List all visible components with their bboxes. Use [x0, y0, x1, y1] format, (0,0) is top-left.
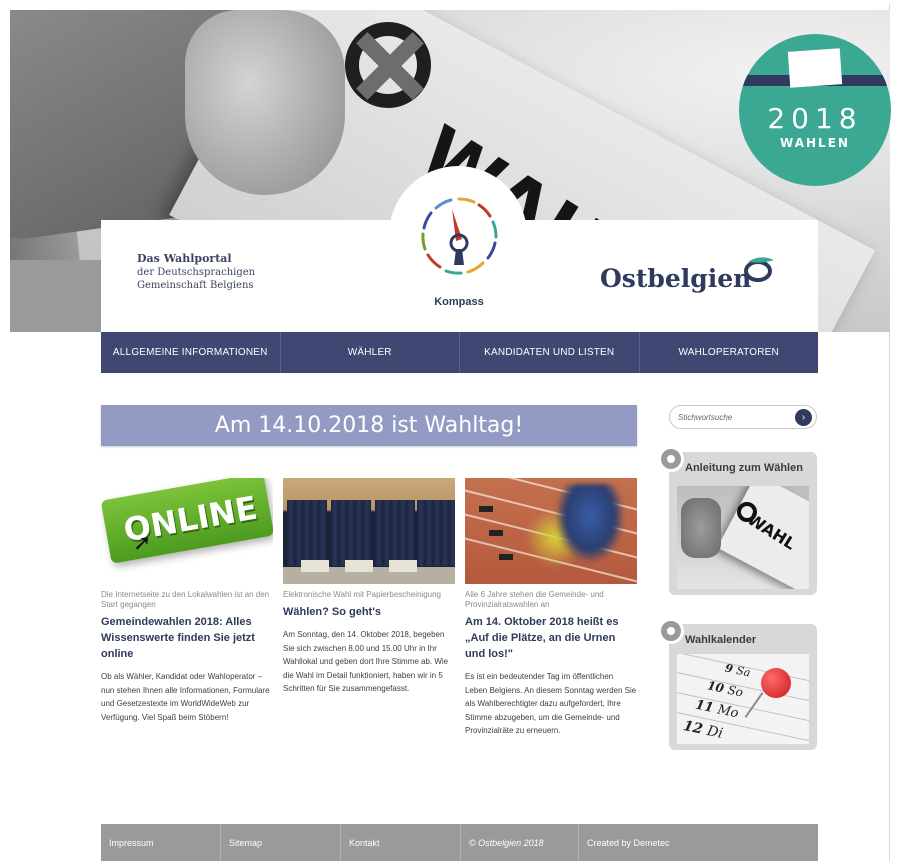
page: WAHL 2018 WAHLEN Das Wahlportal der Deut… [0, 0, 899, 861]
main-navigation: ALLGEMEINE INFORMATIONEN WÄHLER KANDIDAT… [101, 332, 818, 373]
article-body: Ob als Wähler, Kandidat oder Wahloperato… [101, 672, 270, 722]
article-kicker: Die Internetseite zu den Lokalwahlen ist… [101, 590, 270, 609]
article-image[interactable] [465, 478, 637, 584]
article-headline[interactable]: Am 14. Oktober 2018 heißt es „Auf die Pl… [465, 614, 637, 662]
footer-link-sitemap[interactable]: Sitemap [221, 824, 341, 861]
article-image[interactable] [283, 478, 455, 584]
election-calendar-widget[interactable]: Wahlkalender 9 Sa 10 So 11 Mo 12 Di [658, 618, 817, 750]
nav-item-general-info[interactable]: ALLGEMEINE INFORMATIONEN [101, 332, 281, 373]
article-card: Elektronische Wahl mit Papierbescheinigu… [283, 478, 455, 696]
footer-link-imprint[interactable]: Impressum [101, 824, 221, 861]
tagline-line1: Das Wahlportal [137, 252, 232, 265]
nav-item-voters[interactable]: WÄHLER [281, 332, 460, 373]
compass-icon[interactable] [416, 193, 502, 279]
nav-item-candidates[interactable]: KANDIDATEN UND LISTEN [460, 332, 640, 373]
article-body: Am Sonntag, den 14. Oktober 2018, begebe… [283, 630, 449, 693]
calendar-day: 10 So [705, 678, 745, 700]
search-input[interactable] [678, 410, 790, 425]
badge-year: 2018 [767, 102, 863, 135]
search-submit-icon[interactable]: › [795, 409, 812, 426]
brand-leaf-icon [744, 257, 774, 282]
voting-guide-widget[interactable]: Anleitung zum Wählen WAHL [658, 446, 817, 595]
badge-label: WAHLEN [780, 136, 850, 150]
article-body: Es ist ein bedeutender Tag im öffentlich… [465, 672, 637, 735]
arrow-down-icon [658, 446, 684, 472]
footer-link-contact[interactable]: Kontakt [341, 824, 461, 861]
footer-copyright: © Ostbelgien 2018 [461, 824, 579, 861]
site-tagline[interactable]: Das Wahlportal der Deutschsprachigen Gem… [137, 252, 337, 292]
article-card: ONLINE ➚ Die Internetseite zu den Lokalw… [101, 478, 273, 724]
election-badge: 2018 WAHLEN [739, 34, 891, 186]
widget-title: Wahlkalender [685, 634, 757, 646]
article-kicker: Alle 6 Jahre stehen die Gemeinde- und Pr… [465, 590, 604, 609]
pushpin-icon [761, 668, 791, 698]
hand-shape [185, 10, 345, 195]
article-headline[interactable]: Wählen? So geht's [283, 604, 455, 620]
tagline-line2: der Deutschsprachigen [137, 267, 256, 278]
election-day-banner: Am 14.10.2018 ist Wahltag! [101, 405, 637, 446]
arrow-down-icon [658, 618, 684, 644]
brand-logo[interactable]: Ostbelgien [600, 264, 751, 293]
widget-title: Anleitung zum Wählen [685, 462, 803, 474]
widget-image[interactable]: 9 Sa 10 So 11 Mo 12 Di [677, 654, 809, 744]
nav-item-operators[interactable]: WAHLOPERATOREN [640, 332, 819, 373]
widget-image[interactable]: WAHL [677, 486, 809, 589]
compass-label: Kompass [434, 296, 484, 308]
site-footer: Impressum Sitemap Kontakt © Ostbelgien 2… [101, 824, 818, 861]
article-image[interactable]: ONLINE ➚ [101, 478, 273, 584]
article-headline[interactable]: Gemeindewahlen 2018: Alles Wissenswerte … [101, 614, 273, 662]
search-box: › [669, 405, 817, 429]
article-card: Alle 6 Jahre stehen die Gemeinde- und Pr… [465, 478, 637, 738]
tagline-line3: Gemeinschaft Belgiens [137, 280, 254, 291]
cursor-icon: ➚ [133, 530, 152, 555]
article-kicker: Elektronische Wahl mit Papierbescheinigu… [283, 590, 442, 599]
calendar-day: 9 Sa [723, 661, 752, 680]
footer-credit[interactable]: Created by Demetec [579, 824, 818, 861]
ballot-card-icon [787, 48, 843, 88]
